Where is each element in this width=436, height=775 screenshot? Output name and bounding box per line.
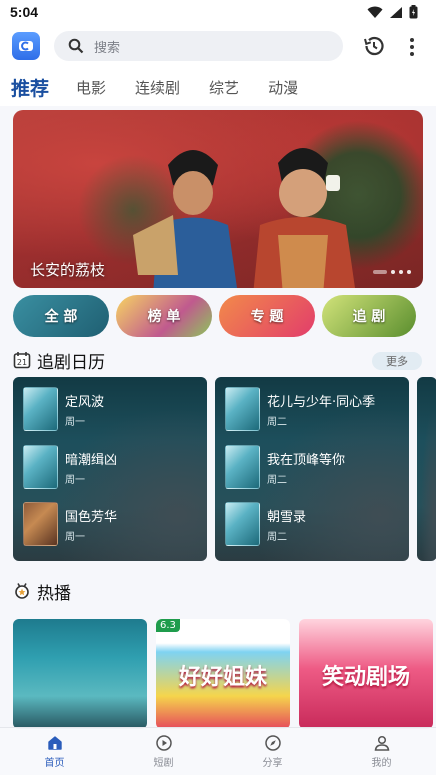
calendar-item[interactable]: 国色芳华 周一 <box>23 502 117 546</box>
hot-card[interactable]: 6.3 好好姐妹 <box>156 619 290 729</box>
nav-home[interactable]: 首页 <box>25 734 85 769</box>
nav-label: 首页 <box>44 758 65 769</box>
search-icon <box>68 38 84 54</box>
calendar-list: 定风波 周一 暗潮缉凶 周一 国色芳华 周一 花儿与少年·同心季 周二 我在顶峰等你 周二… <box>13 377 436 561</box>
battery-icon <box>409 5 418 19</box>
category-label: 榜 单 <box>147 309 181 325</box>
nav-label: 短剧 <box>153 758 174 769</box>
app-logo-icon[interactable] <box>12 32 40 60</box>
wifi-icon <box>367 6 383 18</box>
status-time: 5:04 <box>10 4 39 20</box>
poster-thumbnail <box>23 502 58 546</box>
calendar-column: 定风波 周一 暗潮缉凶 周一 国色芳华 周一 <box>13 377 207 561</box>
category-label: 追 剧 <box>352 309 386 325</box>
home-icon <box>47 736 62 750</box>
svg-text:21: 21 <box>17 358 27 367</box>
history-icon <box>364 36 384 56</box>
nav-label: 我的 <box>371 758 392 769</box>
nav-share[interactable]: 分享 <box>243 734 303 769</box>
calendar-item[interactable]: 定风波 周一 <box>23 387 104 431</box>
banner-pager <box>373 270 411 274</box>
poster-thumbnail <box>225 387 260 431</box>
history-button[interactable] <box>362 34 388 60</box>
calendar-header: 21 追剧日历 <box>13 348 105 373</box>
nav-mine[interactable]: 我的 <box>352 734 412 769</box>
more-vert-icon[interactable] <box>404 34 420 60</box>
signal-icon <box>390 6 402 18</box>
status-bar: 5:04 <box>0 0 436 24</box>
category-tabs: 推荐 电影 连续剧 综艺 动漫 <box>0 68 436 106</box>
calendar-item[interactable]: 暗潮缉凶 周一 <box>23 445 117 489</box>
hero-banner[interactable]: 长安的荔枝 <box>13 110 423 288</box>
banner-figure <box>253 148 355 288</box>
show-name: 花儿与少年·同心季 <box>267 394 376 410</box>
medal-icon <box>15 583 29 599</box>
calendar-title: 追剧日历 <box>37 352 105 373</box>
category-shortcuts: 全 部 榜 单 专 题 追 剧 <box>13 295 436 337</box>
hot-card[interactable] <box>13 619 147 729</box>
category-label: 全 部 <box>44 309 78 325</box>
bottom-navigation: 首页 短剧 分享 我的 <box>0 727 436 775</box>
calendar-item[interactable]: 我在顶峰等你 周二 <box>225 445 345 489</box>
poster-thumbnail <box>23 387 58 431</box>
search-input[interactable]: 搜索 <box>54 31 343 61</box>
category-all-button[interactable]: 全 部 <box>13 295 109 337</box>
category-topic-button[interactable]: 专 题 <box>219 295 315 337</box>
tab-movie[interactable]: 电影 <box>76 77 106 98</box>
banner-title: 长安的荔枝 <box>30 261 106 279</box>
top-bar: 搜索 <box>0 24 436 68</box>
tab-recommend[interactable]: 推荐 <box>11 74 49 101</box>
calendar-icon: 21 <box>13 352 31 369</box>
rating-badge: 6.3 <box>156 619 180 632</box>
status-icons <box>367 5 418 19</box>
calendar-column: 花儿与少年·同心季 周二 我在顶峰等你 周二 朝雪录 周二 <box>215 377 409 561</box>
poster-thumbnail <box>225 502 260 546</box>
poster-art-text: 好好姐妹 <box>178 665 267 690</box>
hot-card[interactable]: 笑动剧场 <box>299 619 433 729</box>
nav-label: 分享 <box>262 758 283 769</box>
show-name: 定风波 <box>65 394 105 410</box>
air-day: 周二 <box>267 531 287 543</box>
compass-icon <box>264 735 281 751</box>
calendar-column <box>417 377 436 561</box>
calendar-item[interactable]: 朝雪录 周二 <box>225 502 306 546</box>
person-icon <box>374 735 389 751</box>
air-day: 周二 <box>267 474 287 486</box>
category-label: 专 题 <box>250 309 284 325</box>
air-day: 周一 <box>65 531 85 543</box>
show-name: 国色芳华 <box>65 509 118 525</box>
calendar-more-button[interactable]: 更多 <box>372 352 422 370</box>
search-placeholder: 搜索 <box>94 40 121 56</box>
poster-art-text: 笑动剧场 <box>321 665 410 690</box>
category-follow-button[interactable]: 追 剧 <box>322 295 416 337</box>
banner-figure <box>133 150 237 288</box>
category-ranking-button[interactable]: 榜 单 <box>116 295 212 337</box>
hot-list: 6.3 好好姐妹 笑动剧场 <box>13 619 436 729</box>
tab-variety[interactable]: 综艺 <box>209 77 239 98</box>
air-day: 周一 <box>65 416 85 428</box>
poster-thumbnail <box>23 445 58 489</box>
nav-shorts[interactable]: 短剧 <box>134 734 194 769</box>
play-circle-icon <box>155 735 172 751</box>
show-name: 我在顶峰等你 <box>267 452 346 468</box>
tab-series[interactable]: 连续剧 <box>135 77 180 98</box>
poster-thumbnail <box>225 445 260 489</box>
calendar-item[interactable]: 花儿与少年·同心季周二 <box>225 387 375 431</box>
air-day: 周一 <box>65 474 85 486</box>
show-name: 暗潮缉凶 <box>65 452 118 468</box>
air-day: 周二 <box>267 416 287 428</box>
tab-anime[interactable]: 动漫 <box>268 77 298 98</box>
hot-header: 热播 <box>13 579 71 604</box>
show-name: 朝雪录 <box>267 509 307 525</box>
hot-title: 热播 <box>37 583 71 604</box>
